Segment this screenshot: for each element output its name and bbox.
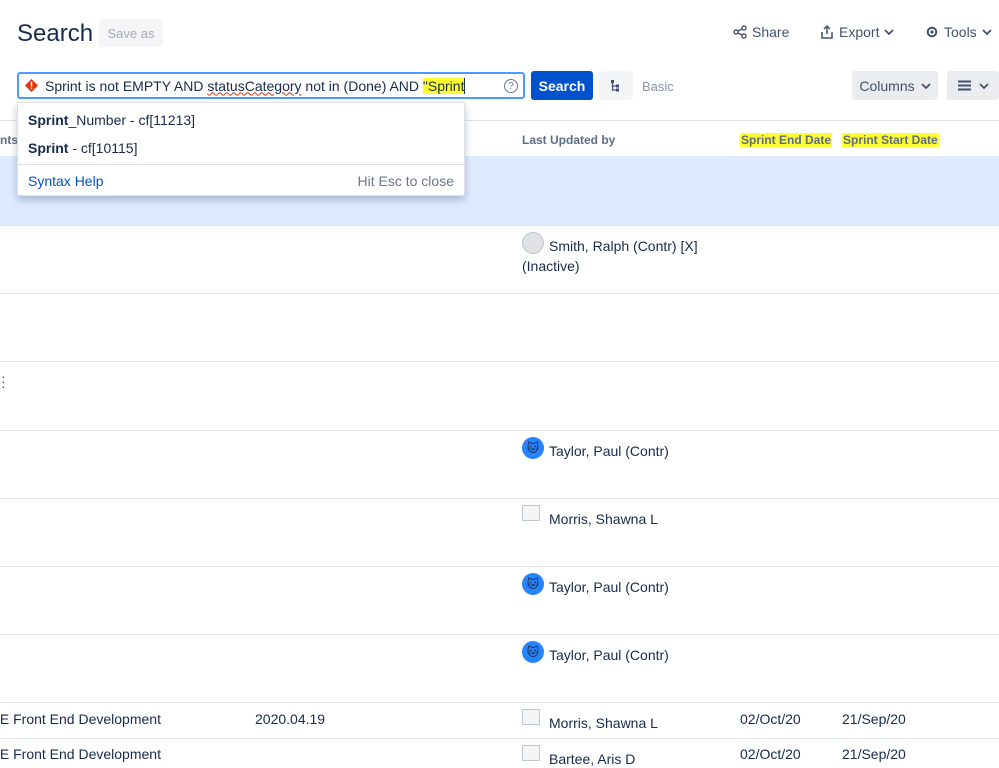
tools-label: Tools: [944, 24, 977, 40]
query-text: Sprint is not EMPTY AND statusCategory n…: [45, 77, 466, 94]
columns-label: Columns: [859, 77, 915, 94]
avatar: 🐱: [522, 437, 544, 459]
component-cell: /E Front End Development: [0, 711, 161, 727]
component-cell: /E Front End Development: [0, 746, 161, 762]
table-row-user[interactable]: 🐱 Taylor, Paul (Contr): [522, 641, 669, 663]
sprint-start-cell: 21/Sep/20: [842, 746, 906, 762]
row-divider: [0, 361, 999, 362]
gear-icon: [926, 26, 938, 38]
chevron-down-icon: [978, 82, 989, 89]
view-menu-button[interactable]: [947, 71, 999, 100]
share-icon: [733, 25, 747, 39]
row-divider: [0, 634, 999, 635]
search-button[interactable]: Search: [531, 71, 593, 100]
columns-button[interactable]: Columns: [852, 71, 938, 100]
sprint-end-cell: 02/Oct/20: [740, 746, 801, 762]
autocomplete-item[interactable]: Sprint_Number - cf[11213]: [28, 112, 195, 128]
row-divider: [0, 498, 999, 499]
syntax-help-link[interactable]: Syntax Help: [28, 173, 103, 189]
table-row-user[interactable]: Smith, Ralph (Contr) [X]: [522, 232, 698, 254]
column-header-partial[interactable]: nts: [0, 133, 18, 147]
share-button[interactable]: Share: [733, 24, 789, 40]
table-row-user[interactable]: Morris, Shawna L: [522, 709, 658, 731]
autocomplete-item[interactable]: Sprint - cf[10115]: [28, 140, 137, 156]
user-name: Bartee, Aris D: [549, 751, 636, 767]
export-icon: [821, 24, 833, 39]
chevron-down-icon: [982, 29, 992, 36]
chevron-down-icon: [920, 82, 931, 89]
esc-hint: Hit Esc to close: [357, 173, 454, 189]
export-button[interactable]: Export: [820, 24, 895, 40]
column-header-sprint-end-date[interactable]: Sprint End Date: [740, 133, 833, 147]
user-name: Morris, Shawna L: [549, 511, 658, 527]
column-header-sprint-start-date[interactable]: Sprint Start Date: [842, 133, 939, 147]
dropdown-divider: [18, 164, 464, 165]
avatar: [522, 709, 540, 725]
table-row-user[interactable]: Bartee, Aris D: [522, 745, 635, 767]
basic-mode-link[interactable]: Basic: [642, 79, 674, 94]
menu-icon: [957, 80, 971, 91]
error-icon: [25, 79, 38, 92]
avatar: [522, 745, 540, 761]
table-row-user[interactable]: 🐱 Taylor, Paul (Contr): [522, 437, 669, 459]
table-row-user[interactable]: Morris, Shawna L: [522, 505, 658, 527]
tools-button[interactable]: Tools: [925, 24, 992, 40]
user-status: (Inactive): [522, 258, 580, 274]
user-name: Morris, Shawna L: [549, 715, 658, 731]
row-divider: [0, 225, 999, 226]
user-name: Taylor, Paul (Contr): [549, 647, 669, 663]
row-divider: [0, 566, 999, 567]
row-actions-icon[interactable]: · · ·: [1, 369, 6, 393]
row-divider: [0, 702, 999, 703]
row-divider: [0, 738, 999, 739]
help-icon[interactable]: ?: [504, 79, 518, 93]
column-header-last-updated-by[interactable]: Last Updated by: [522, 133, 615, 147]
avatar: [522, 232, 544, 254]
avatar: 🐱: [522, 573, 544, 595]
user-name: Taylor, Paul (Contr): [549, 443, 669, 459]
sprint-end-cell: 02/Oct/20: [740, 711, 801, 727]
tree-icon: [611, 79, 619, 91]
autocomplete-dropdown: Sprint_Number - cf[11213] Sprint - cf[10…: [17, 102, 465, 196]
user-name: Taylor, Paul (Contr): [549, 579, 669, 595]
jql-query-input[interactable]: Sprint is not EMPTY AND statusCategory n…: [17, 72, 525, 99]
avatar: [522, 505, 540, 521]
export-label: Export: [839, 24, 880, 40]
sprint-start-cell: 21/Sep/20: [842, 711, 906, 727]
user-name: Smith, Ralph (Contr) [X]: [549, 238, 698, 254]
chevron-down-icon: [884, 29, 895, 36]
save-as-button[interactable]: Save as: [99, 19, 163, 47]
table-row-user[interactable]: 🐱 Taylor, Paul (Contr): [522, 573, 669, 595]
share-label: Share: [752, 24, 790, 40]
row-divider: [0, 293, 999, 294]
row-divider: [0, 430, 999, 431]
avatar: 🐱: [522, 641, 544, 663]
version-cell: 2020.04.19: [255, 711, 326, 727]
page-title: Search: [17, 20, 94, 47]
tree-view-button[interactable]: [599, 71, 633, 100]
